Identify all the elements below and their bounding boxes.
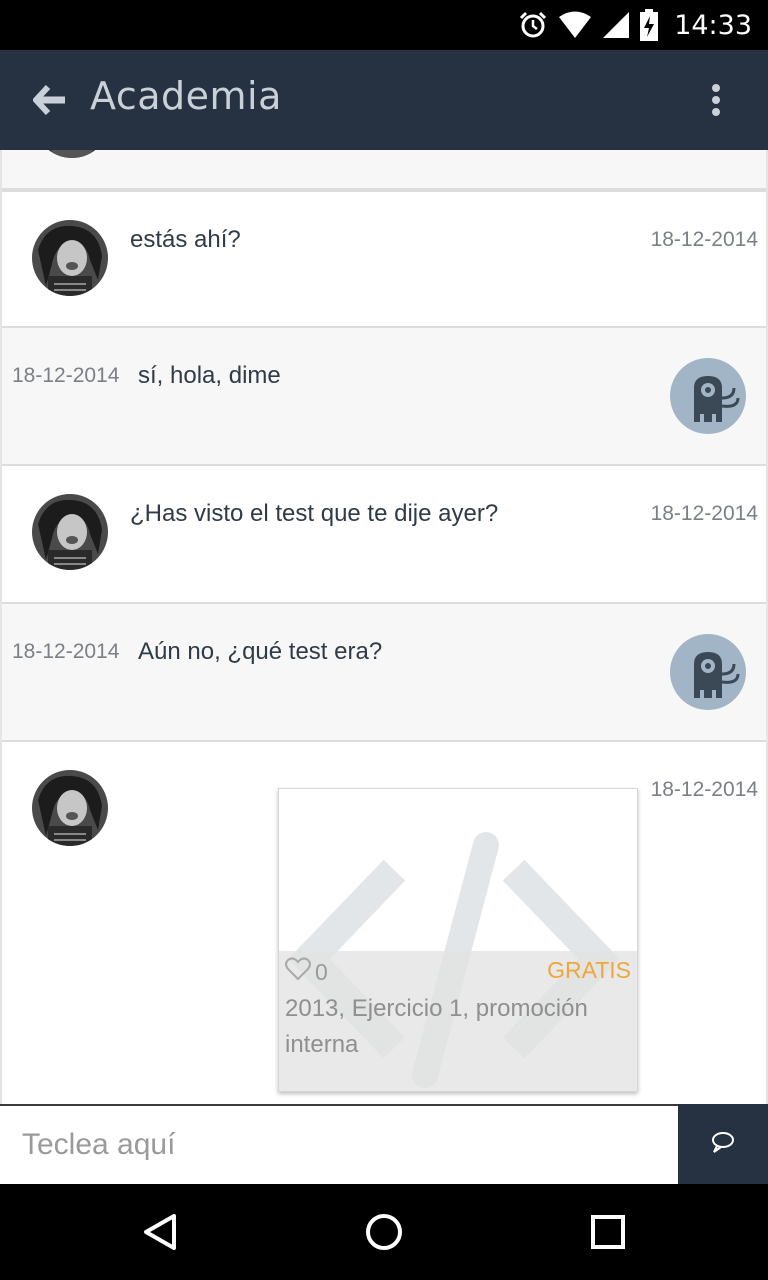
signal-icon (602, 11, 630, 39)
message-date: 18-12-2014 (12, 640, 120, 663)
contact-avatar (32, 494, 108, 570)
status-bar: 14:33 (0, 0, 768, 50)
message-composer (0, 1104, 768, 1184)
message-date: 18-12-2014 (12, 364, 120, 387)
chat-message: ¿Has visto el test que te dije ayer? 18-… (2, 466, 766, 604)
system-nav-bar (0, 1184, 768, 1280)
status-icons: 14:33 (518, 0, 752, 50)
contact-avatar (32, 220, 108, 296)
test-attachment-card[interactable]: 0 GRATIS 2013, Ejercicio 1, promoción in… (278, 788, 638, 1092)
user-avatar (670, 634, 746, 710)
chat-list[interactable]: estás ahí? 18-12-2014 18-12-2014 sí, hol… (0, 150, 768, 1104)
contact-avatar (34, 150, 110, 158)
chat-message-partial (2, 150, 766, 190)
wifi-icon (558, 11, 592, 39)
user-avatar (670, 358, 746, 434)
more-vert-icon[interactable] (704, 82, 728, 118)
chat-bubble-icon (710, 1131, 736, 1157)
app-bar: Academia (0, 50, 768, 150)
message-input[interactable] (2, 1106, 678, 1184)
likes-count: 0 (285, 957, 328, 987)
arrow-left-icon[interactable] (28, 80, 72, 120)
message-text: ¿Has visto el test que te dije ayer? (130, 500, 499, 527)
likes-value: 0 (315, 958, 328, 985)
message-date: 18-12-2014 (650, 502, 758, 525)
heart-icon[interactable] (285, 957, 311, 987)
page-title: Academia (90, 74, 282, 118)
message-date: 18-12-2014 (650, 778, 758, 801)
message-text: Aún no, ¿qué test era? (138, 638, 383, 665)
back-triangle-icon[interactable] (136, 1208, 184, 1256)
home-circle-icon[interactable] (360, 1208, 408, 1256)
battery-charging-icon (640, 9, 659, 41)
message-text: estás ahí? (130, 226, 241, 253)
chat-message: estás ahí? 18-12-2014 (2, 190, 766, 328)
chat-message: 18-12-2014 sí, hola, dime (2, 328, 766, 466)
message-text: sí, hola, dime (138, 362, 281, 389)
recents-square-icon[interactable] (584, 1208, 632, 1256)
contact-avatar (32, 770, 108, 846)
price-badge: GRATIS (547, 957, 631, 983)
alarm-icon (518, 10, 548, 40)
message-date: 18-12-2014 (650, 228, 758, 251)
chat-message: 18-12-2014 Aún no, ¿qué test era? (2, 604, 766, 742)
test-title: 2013, Ejercicio 1, promoción interna (285, 995, 588, 1058)
status-time: 14:33 (674, 9, 752, 41)
send-button[interactable] (678, 1104, 768, 1184)
